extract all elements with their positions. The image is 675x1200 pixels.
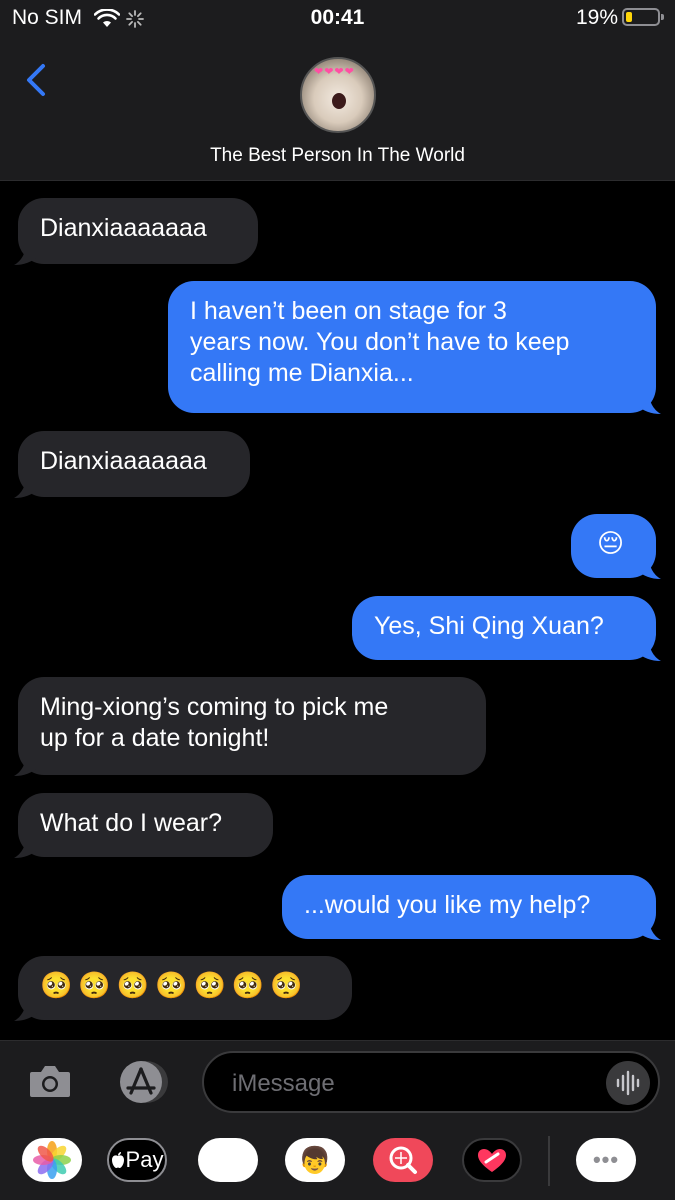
bubble-tail — [637, 640, 661, 661]
status-time: 00:41 — [310, 6, 365, 29]
chevron-left-icon[interactable] — [20, 60, 54, 100]
photos-app-icon[interactable] — [22, 1138, 82, 1182]
message-text: years now. You don’t have to keep — [190, 328, 570, 356]
message-text: I haven’t been on stage for 3 — [190, 297, 507, 325]
message-bubble-incoming[interactable]: Ming-xiong’s coming to pick me up for a … — [18, 677, 486, 775]
message-input-field[interactable] — [202, 1051, 660, 1113]
message-bubble-incoming[interactable]: Dianxiaaaaaaa — [18, 431, 250, 497]
message-text: ...would you like my help? — [304, 891, 591, 919]
message-bubble-outgoing[interactable]: I haven’t been on stage for 3 years now.… — [168, 281, 656, 413]
memoji-stickers-icon[interactable]: 👦 — [285, 1138, 345, 1182]
more-dots: ••• — [592, 1147, 620, 1172]
bubble-tail — [14, 837, 38, 858]
message-emoji: 🥺🥺🥺🥺🥺🥺🥺 — [40, 970, 309, 1000]
message-bubble-incoming[interactable]: What do I wear? — [18, 793, 273, 857]
audio-waveform-icon[interactable] — [606, 1061, 650, 1105]
message-bubble-incoming[interactable]: 🥺🥺🥺🥺🥺🥺🥺 — [18, 956, 352, 1020]
message-bubble-incoming[interactable]: Dianxiaaaaaaa — [18, 198, 258, 264]
status-bar: No SIM 00:41 19% — [0, 0, 675, 40]
message-bubble-outgoing[interactable]: Yes, Shi Qing Xuan? — [352, 596, 656, 660]
app-drawer: Pay 🐵 👦 ••• — [0, 1122, 675, 1200]
bubble-tail — [14, 1000, 38, 1021]
monkey-emoji: 🐵 — [210, 1143, 246, 1177]
message-text: Ming-xiong’s coming to pick me — [40, 693, 389, 721]
battery-icon — [622, 8, 664, 26]
more-apps-icon[interactable]: ••• — [576, 1138, 636, 1182]
message-text: Dianxiaaaaaaa — [40, 447, 207, 475]
message-text: Yes, Shi Qing Xuan? — [374, 612, 604, 640]
memoji-emoji: 👦 — [298, 1144, 332, 1175]
bubble-tail — [14, 755, 38, 776]
message-emoji: 😔 — [596, 528, 631, 558]
contact-avatar[interactable]: ❤❤❤❤ — [300, 57, 376, 133]
composer-bar — [0, 1040, 675, 1123]
app-store-icon[interactable] — [112, 1059, 172, 1105]
battery-percent: 19% — [576, 6, 619, 29]
camera-icon[interactable] — [28, 1063, 72, 1099]
conversation-header: ❤❤❤❤ The Best Person In The World — [0, 40, 675, 181]
drawer-divider — [548, 1136, 550, 1186]
image-search-icon[interactable] — [373, 1138, 433, 1182]
message-input[interactable] — [230, 1065, 584, 1103]
bubble-tail — [14, 244, 38, 265]
contact-name[interactable]: The Best Person In The World — [0, 145, 675, 167]
digital-touch-icon[interactable] — [462, 1138, 522, 1182]
apple-pay-label: Pay — [125, 1147, 164, 1172]
message-text: Dianxiaaaaaaa — [40, 214, 207, 242]
message-text: What do I wear? — [40, 809, 223, 837]
heart-icons: ❤❤❤❤ — [314, 66, 355, 78]
apple-pay-app-icon[interactable]: Pay — [107, 1138, 167, 1182]
bubble-tail — [637, 393, 661, 414]
apple-logo-icon — [111, 1152, 124, 1168]
memoji-monkey-icon[interactable]: 🐵 — [198, 1138, 258, 1182]
message-text: calling me Dianxia... — [190, 359, 414, 387]
bubble-tail — [14, 477, 38, 498]
bubble-tail — [637, 919, 661, 940]
message-bubble-outgoing[interactable]: ...would you like my help? — [282, 875, 656, 939]
bubble-tail — [637, 558, 661, 579]
message-text: up for a date tonight! — [40, 724, 270, 752]
